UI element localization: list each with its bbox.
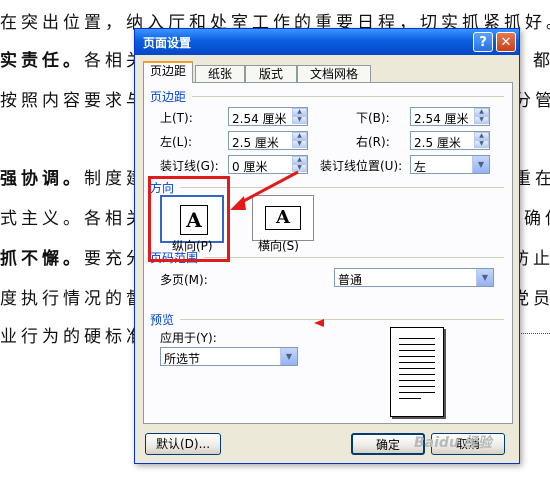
preview-text-line <box>399 380 435 381</box>
tab-layout[interactable]: 版式 <box>245 65 297 83</box>
spin-down-icon[interactable]: ▼ <box>474 116 489 124</box>
tab-margins[interactable]: 页边距 <box>143 61 193 83</box>
top-margin-label: 上(T): <box>160 111 193 125</box>
doc-line-2: 实责任。各相关 <box>0 51 147 71</box>
apply-to-value: 所选节 <box>164 352 201 366</box>
doc-line-5-right: 确保 <box>524 209 550 229</box>
baidu-watermark: Baidu 经验 <box>414 435 492 451</box>
spin-up-icon[interactable]: ▲ <box>292 132 307 140</box>
left-margin-label: 左(L): <box>160 135 193 149</box>
doc-line-8: 业行为的硬标准 <box>0 327 147 347</box>
close-button[interactable]: ✕ <box>496 32 516 52</box>
top-margin-spinner[interactable]: 2.54 厘米 ▲ ▼ <box>228 107 308 126</box>
spin-up-icon[interactable]: ▲ <box>474 132 489 140</box>
spin-down-icon[interactable]: ▼ <box>292 116 307 124</box>
landscape-label[interactable]: 横向(S) <box>258 237 299 254</box>
landscape-page-icon: A <box>265 206 301 230</box>
chevron-down-icon[interactable]: ▼ <box>476 269 493 286</box>
top-margin-value: 2.54 厘米 <box>232 112 287 126</box>
annotation-highlight-box <box>148 176 230 262</box>
preview-text-line <box>399 392 435 393</box>
preview-group-label: 预览 <box>150 313 175 327</box>
tab-paper[interactable]: 纸张 <box>195 65 245 83</box>
margins-group-label: 页边距 <box>150 90 187 104</box>
preview-text-line <box>399 350 435 351</box>
preview-text-line <box>399 386 435 387</box>
gutter-position-label: 装订线位置(U): <box>320 159 403 173</box>
multiple-pages-value: 普通 <box>338 273 363 287</box>
right-margin-spinner[interactable]: 2.5 厘米 ▲ ▼ <box>410 131 490 150</box>
spin-up-icon[interactable]: ▲ <box>292 108 307 116</box>
apply-to-select[interactable]: 所选节 ▼ <box>160 347 298 366</box>
tab-document-grid[interactable]: 文档网格 <box>297 65 371 83</box>
help-button[interactable]: ? <box>473 32 493 52</box>
default-button[interactable]: 默认(D)... <box>145 433 221 455</box>
gutter-position-select[interactable]: 左 ▼ <box>410 155 490 174</box>
multiple-pages-label: 多页(M): <box>160 273 208 287</box>
left-margin-value: 2.5 厘米 <box>232 136 279 150</box>
landscape-option[interactable]: A <box>252 195 314 241</box>
chevron-down-icon[interactable]: ▼ <box>472 156 489 173</box>
dialog-title: 页面设置 <box>143 36 192 50</box>
pages-group-divider <box>204 257 504 258</box>
gutter-position-value: 左 <box>414 160 427 174</box>
preview-text-line <box>399 368 435 369</box>
apply-to-label: 应用于(Y): <box>160 331 217 345</box>
spin-down-icon[interactable]: ▼ <box>474 140 489 148</box>
gutter-label: 装订线(G): <box>160 159 219 173</box>
bottom-margin-value: 2.54 厘米 <box>414 112 469 126</box>
spin-up-icon[interactable]: ▲ <box>292 156 307 164</box>
right-margin-label: 右(R): <box>356 135 390 149</box>
right-margin-value: 2.5 厘米 <box>414 136 461 150</box>
gutter-value: 0 厘米 <box>232 160 268 174</box>
bottom-margin-spinner[interactable]: 2.54 厘米 ▲ ▼ <box>410 107 490 126</box>
multiple-pages-select[interactable]: 普通 ▼ <box>334 268 494 287</box>
doc-line-5: 式主义。各相关 <box>0 209 147 229</box>
preview-text-line <box>399 344 435 345</box>
chevron-down-icon[interactable]: ▼ <box>280 348 297 365</box>
bottom-margin-label: 下(B): <box>356 111 390 125</box>
left-margin-spinner[interactable]: 2.5 厘米 ▲ ▼ <box>228 131 308 150</box>
doc-line-3: 按照内容要求与 <box>0 91 147 111</box>
spin-down-icon[interactable]: ▼ <box>292 164 307 172</box>
doc-line-6: 抓不懈。要充分 <box>0 249 147 269</box>
gutter-spinner[interactable]: 0 厘米 ▲ ▼ <box>228 155 308 174</box>
spin-down-icon[interactable]: ▼ <box>292 140 307 148</box>
doc-line-4: 强协调。制度建 <box>0 169 147 189</box>
preview-group-divider <box>180 319 504 320</box>
preview-text-line <box>399 362 435 363</box>
doc-line-7: 度执行情况的督 <box>0 289 147 309</box>
spin-up-icon[interactable]: ▲ <box>474 108 489 116</box>
margins-group-divider <box>192 96 504 97</box>
dialog-title-bar[interactable]: 页面设置 ? ✕ <box>135 29 519 55</box>
preview-text-line <box>399 374 435 375</box>
preview-page-thumbnail <box>390 327 444 417</box>
preview-text-line <box>399 338 435 339</box>
preview-text-line <box>399 398 421 399</box>
preview-text-line <box>399 356 435 357</box>
